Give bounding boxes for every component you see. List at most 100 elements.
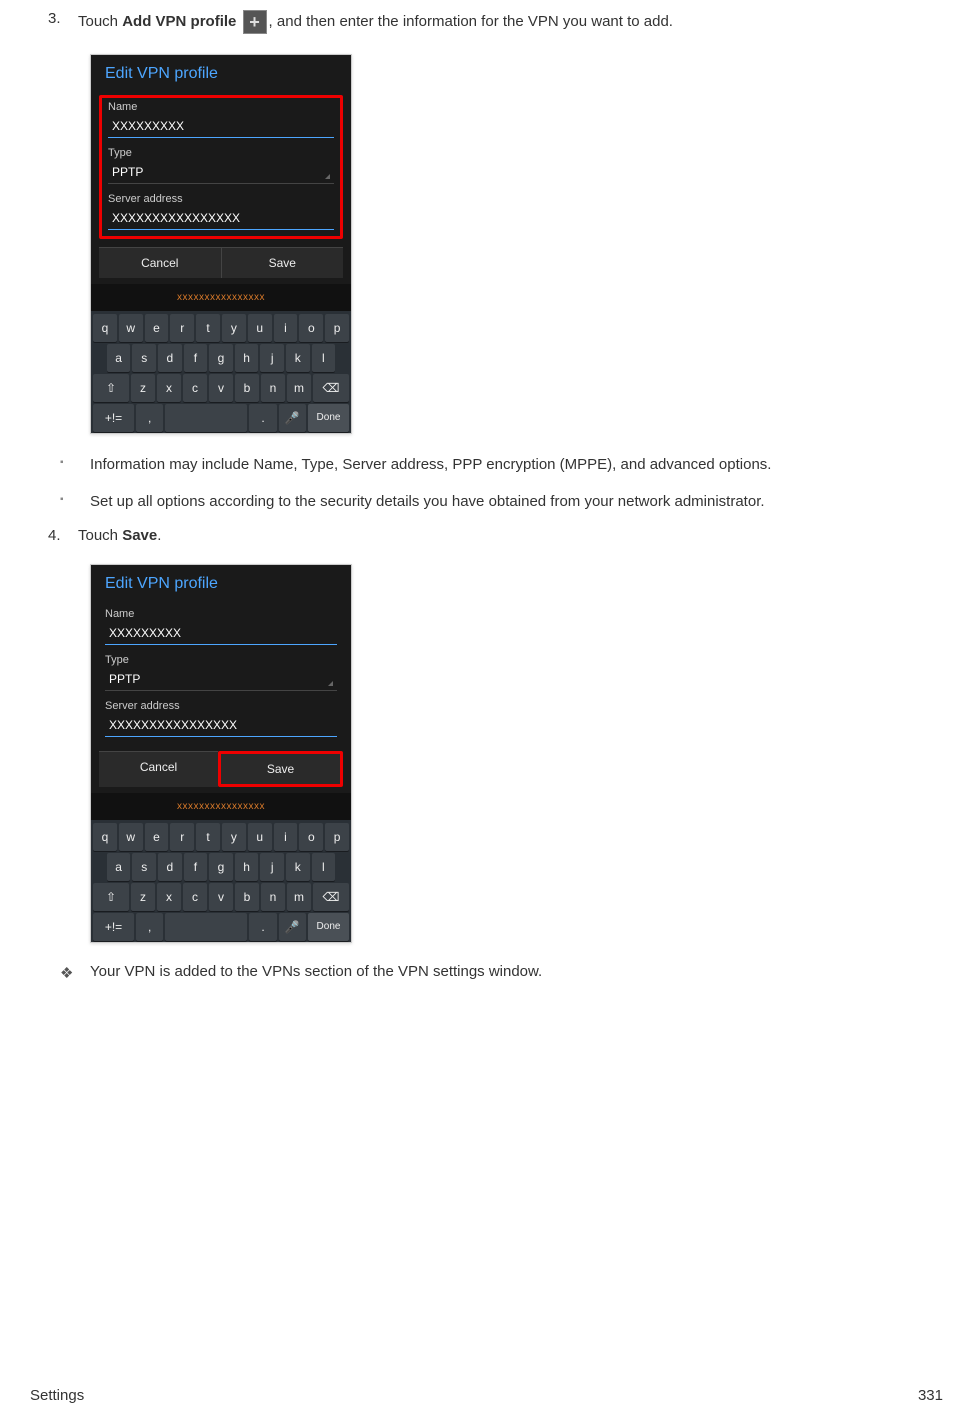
key-s[interactable]: s (132, 853, 156, 881)
key-m[interactable]: m (287, 883, 311, 911)
key-y[interactable]: y (222, 314, 246, 342)
key-⌫[interactable]: ⌫ (313, 374, 349, 402)
key-f[interactable]: f (184, 853, 208, 881)
vpn-screenshot-2: Edit VPN profile Name XXXXXXXXX Type PPT… (90, 564, 352, 943)
space-key[interactable] (165, 404, 247, 432)
key-l[interactable]: l (312, 344, 336, 372)
footer-section: Settings (30, 1387, 84, 1404)
key-r[interactable]: r (170, 314, 194, 342)
step-text-after: , and then enter the information for the… (269, 13, 673, 30)
key-v[interactable]: v (209, 374, 233, 402)
key-h[interactable]: h (235, 344, 259, 372)
key-c[interactable]: c (183, 374, 207, 402)
mic-key[interactable]: 🎤 (279, 404, 306, 432)
key-c[interactable]: c (183, 883, 207, 911)
key-r[interactable]: r (170, 823, 194, 851)
sym-key[interactable]: +!= (93, 404, 134, 432)
done-key[interactable]: Done (308, 913, 349, 941)
key-a[interactable]: a (107, 853, 131, 881)
key-p[interactable]: p (325, 314, 349, 342)
key-k[interactable]: k (286, 344, 310, 372)
key-w[interactable]: w (119, 823, 143, 851)
done-key[interactable]: Done (308, 404, 349, 432)
key-o[interactable]: o (299, 314, 323, 342)
mic-key[interactable]: 🎤 (279, 913, 306, 941)
key-i[interactable]: i (274, 823, 298, 851)
step-3: 3. Touch Add VPN profile +, and then ent… (30, 10, 943, 34)
key-b[interactable]: b (235, 883, 259, 911)
dialog-title: Edit VPN profile (91, 55, 351, 91)
name-field[interactable]: XXXXXXXXX (108, 117, 334, 138)
key-g[interactable]: g (209, 853, 233, 881)
sub-text: Set up all options according to the secu… (90, 491, 765, 514)
name-label: Name (105, 608, 337, 622)
save-button[interactable]: Save (221, 754, 340, 784)
key-d[interactable]: d (158, 853, 182, 881)
key-w[interactable]: w (119, 314, 143, 342)
period-key[interactable]: . (249, 404, 276, 432)
key-z[interactable]: z (131, 374, 155, 402)
server-field[interactable]: XXXXXXXXXXXXXXXX (105, 716, 337, 737)
key-j[interactable]: j (260, 344, 284, 372)
key-u[interactable]: u (248, 823, 272, 851)
key-t[interactable]: t (196, 314, 220, 342)
key-d[interactable]: d (158, 344, 182, 372)
server-field[interactable]: XXXXXXXXXXXXXXXX (108, 209, 334, 230)
key-y[interactable]: y (222, 823, 246, 851)
key-b[interactable]: b (235, 374, 259, 402)
step-content: Touch Save. (78, 527, 943, 544)
key-j[interactable]: j (260, 853, 284, 881)
key-l[interactable]: l (312, 853, 336, 881)
keyboard: qwertyuiop asdfghjkl ⇧zxcvbnm⌫ +!= , . 🎤… (91, 311, 351, 433)
key-n[interactable]: n (261, 374, 285, 402)
key-e[interactable]: e (145, 823, 169, 851)
key-k[interactable]: k (286, 853, 310, 881)
key-i[interactable]: i (274, 314, 298, 342)
key-q[interactable]: q (93, 314, 117, 342)
key-n[interactable]: n (261, 883, 285, 911)
step-bold: Save (122, 527, 157, 544)
key-g[interactable]: g (209, 344, 233, 372)
sym-key[interactable]: +!= (93, 913, 134, 941)
key-f[interactable]: f (184, 344, 208, 372)
name-label: Name (108, 101, 334, 115)
bullet-icon: ▪ (60, 491, 90, 514)
comma-key[interactable]: , (136, 404, 163, 432)
key-s[interactable]: s (132, 344, 156, 372)
type-dropdown[interactable]: PPTP (108, 163, 334, 184)
bullet-icon: ▪ (60, 454, 90, 477)
cancel-button[interactable]: Cancel (99, 751, 218, 787)
key-x[interactable]: x (157, 374, 181, 402)
key-⌫[interactable]: ⌫ (313, 883, 349, 911)
server-label: Server address (105, 700, 337, 714)
key-a[interactable]: a (107, 344, 131, 372)
dialog-title: Edit VPN profile (91, 565, 351, 601)
key-u[interactable]: u (248, 314, 272, 342)
cancel-button[interactable]: Cancel (99, 247, 221, 278)
key-o[interactable]: o (299, 823, 323, 851)
name-field[interactable]: XXXXXXXXX (105, 624, 337, 645)
key-v[interactable]: v (209, 883, 233, 911)
type-label: Type (108, 147, 334, 161)
sub-text: Information may include Name, Type, Serv… (90, 454, 771, 477)
sub-item-1: ▪ Information may include Name, Type, Se… (30, 454, 943, 477)
key-⇧[interactable]: ⇧ (93, 883, 129, 911)
key-e[interactable]: e (145, 314, 169, 342)
comma-key[interactable]: , (136, 913, 163, 941)
type-dropdown[interactable]: PPTP (105, 670, 337, 691)
key-z[interactable]: z (131, 883, 155, 911)
period-key[interactable]: . (249, 913, 276, 941)
step-content: Touch Add VPN profile +, and then enter … (78, 10, 943, 34)
page-footer: Settings 331 (30, 1387, 943, 1404)
key-x[interactable]: x (157, 883, 181, 911)
space-key[interactable] (165, 913, 247, 941)
key-p[interactable]: p (325, 823, 349, 851)
key-q[interactable]: q (93, 823, 117, 851)
key-⇧[interactable]: ⇧ (93, 374, 129, 402)
server-label: Server address (108, 193, 334, 207)
key-h[interactable]: h (235, 853, 259, 881)
save-button[interactable]: Save (221, 247, 344, 278)
key-t[interactable]: t (196, 823, 220, 851)
key-m[interactable]: m (287, 374, 311, 402)
step-4: 4. Touch Save. (30, 527, 943, 544)
